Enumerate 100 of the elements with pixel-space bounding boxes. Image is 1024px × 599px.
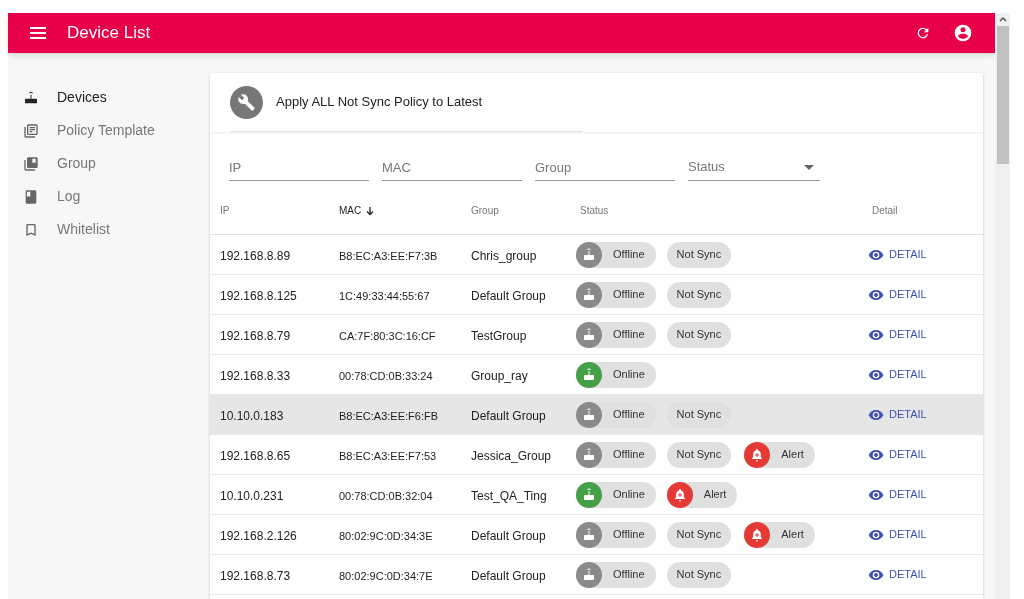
sidebar-item[interactable]: Whitelist bbox=[8, 213, 210, 246]
status-chip: Offline bbox=[576, 441, 656, 468]
detail-link[interactable]: DETAIL bbox=[868, 486, 927, 503]
mac-cell: B8:EC:A3:EE:F7:53 bbox=[339, 449, 437, 462]
router-icon bbox=[576, 521, 602, 548]
sync-chip: Not Sync bbox=[666, 281, 732, 308]
router-icon bbox=[576, 281, 602, 308]
alert-chip: Alert bbox=[744, 441, 815, 468]
detail-link[interactable]: DETAIL bbox=[868, 566, 927, 583]
group-cell: Default Group bbox=[471, 288, 546, 303]
sync-chip: Not Sync bbox=[666, 401, 732, 428]
table-row[interactable]: 10.10.0.231 00:78:CD:0B:32:04 Test_QA_Ting Online Alert DETAIL bbox=[210, 475, 983, 515]
column-header: Detail bbox=[872, 204, 899, 218]
detail-link[interactable]: DETAIL bbox=[868, 406, 927, 423]
column-header: Status bbox=[580, 204, 610, 218]
bell-icon bbox=[666, 481, 693, 508]
table-row[interactable]: 10.10.0.183 B8:EC:A3:EE:F6:FB Default Group Offline Not Sync DETAIL bbox=[210, 395, 983, 435]
sync-chip: Not Sync bbox=[666, 521, 732, 548]
detail-link[interactable]: DETAIL bbox=[868, 446, 927, 463]
scrollbar[interactable] bbox=[995, 13, 1010, 599]
ip-cell: 192.168.2.126 bbox=[220, 528, 297, 543]
table-row[interactable]: 192.168.8.33 00:78:CD:0B:33:24 Group_ray Online DETAIL bbox=[210, 355, 983, 395]
mac-cell: 80:02:9C:0D:34:3E bbox=[339, 529, 433, 542]
group-cell: Jessica_Group bbox=[471, 448, 552, 463]
router-icon bbox=[576, 561, 602, 588]
dropdown-caret-icon bbox=[804, 164, 814, 170]
scroll-up-icon[interactable] bbox=[998, 16, 1007, 22]
menu-icon[interactable] bbox=[30, 27, 46, 39]
ip-cell: 192.168.8.65 bbox=[220, 448, 291, 463]
detail-link[interactable]: DETAIL bbox=[868, 326, 927, 343]
apply-policy-button[interactable]: Apply ALL Not Sync Policy to Latest bbox=[230, 73, 583, 132]
router-icon bbox=[576, 401, 602, 428]
bell-icon bbox=[744, 441, 771, 468]
status-chip: Offline bbox=[576, 321, 656, 348]
detail-link[interactable]: DETAIL bbox=[868, 246, 927, 263]
ip-cell: 192.168.8.125 bbox=[220, 288, 297, 303]
stacked-pages-icon bbox=[23, 122, 39, 139]
app-title: Device List bbox=[67, 22, 151, 45]
sync-chip: Not Sync bbox=[666, 561, 732, 588]
table-row[interactable]: 192.168.8.73 80:02:9C:0D:34:7E Default Group Offline Not Sync DETAIL bbox=[210, 555, 983, 595]
mac-cell: 00:78:CD:0B:32:04 bbox=[339, 489, 433, 502]
sidebar-item[interactable]: Group bbox=[8, 147, 210, 180]
bell-icon bbox=[744, 521, 771, 548]
alert-chip: Alert bbox=[744, 521, 815, 548]
group-cell: TestGroup bbox=[471, 328, 527, 343]
ip-cell: 192.168.8.79 bbox=[220, 328, 291, 343]
router-icon bbox=[576, 361, 602, 388]
group-cell: Test_QA_Ting bbox=[471, 488, 547, 503]
account-icon[interactable] bbox=[953, 23, 973, 43]
status-chip: Online bbox=[576, 361, 656, 388]
status-chip: Online bbox=[576, 481, 656, 508]
detail-link[interactable]: DETAIL bbox=[868, 526, 927, 543]
alert-chip: Alert bbox=[666, 481, 738, 508]
router-icon bbox=[23, 89, 39, 106]
mac-cell: 1C:49:33:44:55:67 bbox=[339, 289, 430, 302]
group-cell: Group_ray bbox=[471, 368, 528, 383]
stacked-bookmark-icon bbox=[23, 155, 39, 172]
bookmark-icon bbox=[23, 221, 39, 238]
filter-field[interactable]: MAC bbox=[382, 154, 522, 181]
sidebar-item[interactable]: Log bbox=[8, 180, 210, 213]
mac-cell: CA:7F:80:3C:16:CF bbox=[339, 329, 436, 342]
table-row[interactable]: 192.168.8.79 CA:7F:80:3C:16:CF TestGroup Offline Not Sync DETAIL bbox=[210, 315, 983, 355]
sidebar-item[interactable]: Policy Template bbox=[8, 114, 210, 147]
table-row[interactable]: 192.168.8.125 1C:49:33:44:55:67 Default Group Offline Not Sync DETAIL bbox=[210, 275, 983, 315]
status-chip: Offline bbox=[576, 281, 656, 308]
detail-link[interactable]: DETAIL bbox=[868, 286, 927, 303]
status-select[interactable]: Status bbox=[688, 154, 820, 181]
table-row[interactable]: 192.168.8.65 B8:EC:A3:EE:F7:53 Jessica_Group Offline Not Sync Alert DETAIL bbox=[210, 435, 983, 475]
ip-cell: 10.10.0.231 bbox=[220, 488, 284, 503]
scroll-thumb[interactable] bbox=[996, 26, 1009, 164]
ip-cell: 10.10.0.183 bbox=[220, 408, 284, 423]
router-icon bbox=[576, 441, 602, 468]
mac-cell: B8:EC:A3:EE:F6:FB bbox=[339, 409, 439, 422]
router-icon bbox=[576, 481, 602, 508]
sync-chip: Not Sync bbox=[666, 241, 732, 268]
mac-cell: 00:78:CD:0B:33:24 bbox=[339, 369, 433, 382]
ip-cell: 192.168.8.73 bbox=[220, 568, 291, 583]
column-header: IP bbox=[219, 204, 231, 218]
sync-chip: Not Sync bbox=[666, 321, 732, 348]
sort-down-icon bbox=[365, 205, 376, 216]
status-chip: Offline bbox=[576, 241, 656, 268]
sync-chip: Not Sync bbox=[666, 441, 732, 468]
column-header[interactable]: MAC bbox=[339, 203, 471, 218]
sidebar-item[interactable]: Devices bbox=[8, 81, 210, 114]
filter-field[interactable]: Group bbox=[535, 154, 675, 181]
ip-cell: 192.168.8.89 bbox=[220, 248, 291, 263]
mac-cell: B8:EC:A3:EE:F7:3B bbox=[339, 249, 438, 262]
filter-field[interactable]: IP bbox=[229, 154, 369, 181]
group-cell: Default Group bbox=[471, 408, 546, 423]
book-icon bbox=[23, 188, 39, 205]
refresh-icon[interactable] bbox=[915, 25, 931, 41]
mac-cell: 80:02:9C:0D:34:7E bbox=[339, 569, 433, 582]
status-chip: Offline bbox=[576, 561, 656, 588]
router-icon bbox=[576, 321, 602, 348]
ip-cell: 192.168.8.33 bbox=[220, 368, 291, 383]
table-row[interactable]: 192.168.2.126 80:02:9C:0D:34:3E Default Group Offline Not Sync Alert DETAIL bbox=[210, 515, 983, 555]
detail-link[interactable]: DETAIL bbox=[868, 366, 927, 383]
router-icon bbox=[576, 241, 602, 268]
wrench-icon bbox=[230, 85, 263, 119]
table-row[interactable]: 192.168.8.89 B8:EC:A3:EE:F7:3B Chris_group Offline Not Sync DETAIL bbox=[210, 235, 983, 275]
